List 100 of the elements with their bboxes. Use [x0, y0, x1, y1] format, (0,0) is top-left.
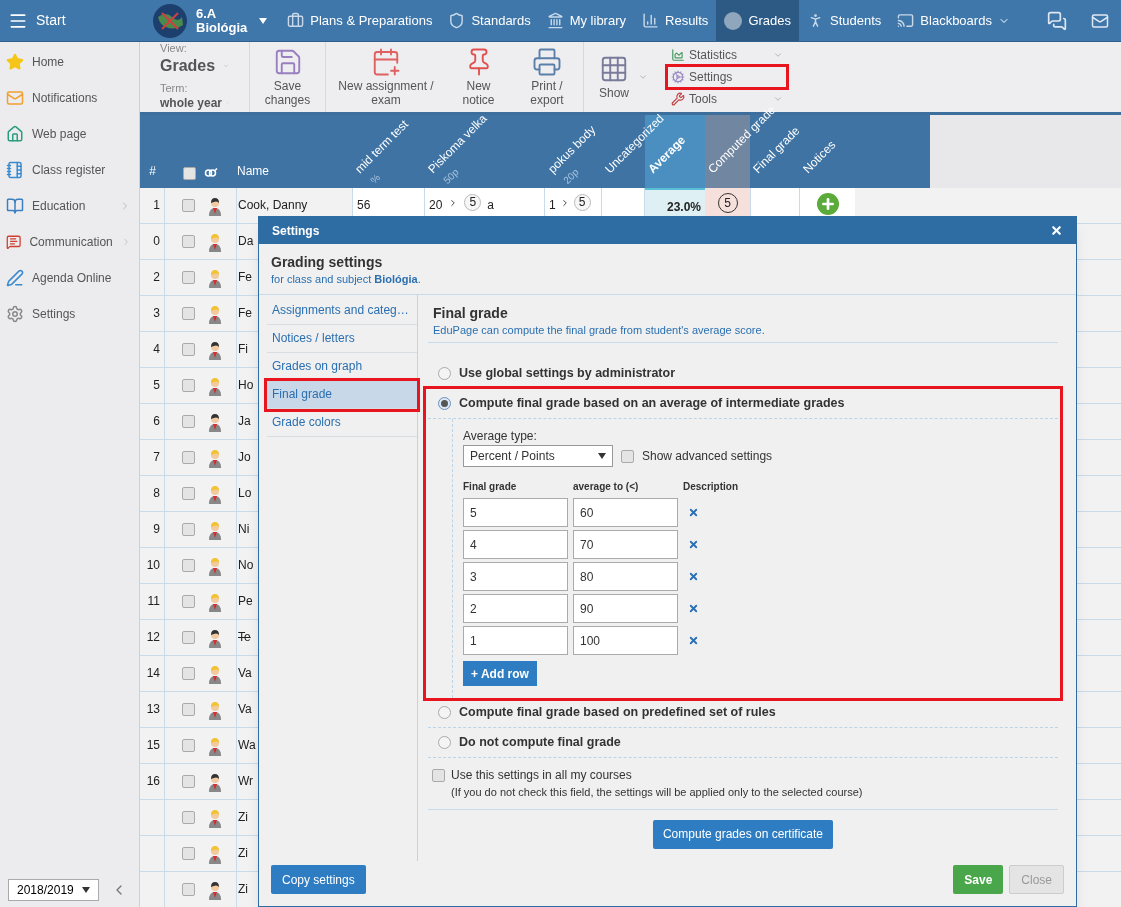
sidebar-item[interactable]: Web page [0, 116, 139, 152]
average-field[interactable]: 100 [573, 626, 678, 655]
student-name[interactable]: Pe [238, 594, 253, 608]
radio-button[interactable] [438, 397, 451, 410]
row-checkbox[interactable] [182, 847, 195, 860]
year-select[interactable]: 2018/2019 [8, 879, 99, 901]
row-checkbox[interactable] [182, 595, 195, 608]
option-row[interactable]: Use global settings by administrator [428, 359, 1058, 389]
sidebar-item[interactable]: Notifications [0, 80, 139, 116]
sidebar-item[interactable]: Communication [0, 224, 139, 260]
student-name[interactable]: Zi [238, 882, 248, 896]
row-checkbox[interactable] [182, 667, 195, 680]
final-grade-field[interactable]: 1 [463, 626, 568, 655]
toolbar-button[interactable]: Save changes [256, 47, 319, 107]
option-row[interactable]: Compute final grade based on predefined set of rules [428, 698, 1058, 728]
add-notice-button[interactable] [816, 193, 839, 215]
add-row-button[interactable]: + Add row [463, 661, 537, 686]
radio-button[interactable] [438, 736, 451, 749]
sidebar-item[interactable]: Education [0, 188, 139, 224]
student-name[interactable]: Wr [238, 774, 254, 788]
start-link[interactable]: Start [36, 10, 66, 31]
row-checkbox[interactable] [182, 379, 195, 392]
average-field[interactable]: 70 [573, 530, 678, 559]
settings-nav-item[interactable]: Grade colors [267, 408, 417, 437]
sidebar-item[interactable]: Settings [0, 296, 139, 332]
student-name[interactable]: Ni [238, 522, 250, 536]
row-checkbox[interactable] [182, 631, 195, 644]
select-all-checkbox[interactable] [183, 167, 196, 180]
remove-icon[interactable] [688, 571, 699, 582]
row-checkbox[interactable] [182, 271, 195, 284]
remove-icon[interactable] [688, 635, 699, 646]
compute-certificate-button[interactable]: Compute grades on certificate [652, 819, 834, 849]
final-grade-field[interactable]: 5 [463, 498, 568, 527]
class-selector[interactable]: 6.A Biológia [196, 6, 268, 35]
row-checkbox[interactable] [182, 883, 195, 896]
student-name[interactable]: Wa [238, 738, 256, 752]
average-field[interactable]: 90 [573, 594, 678, 623]
student-name[interactable]: Jo [238, 450, 251, 464]
row-checkbox[interactable] [182, 199, 195, 212]
copy-settings-button[interactable]: Copy settings [271, 865, 366, 894]
close-icon[interactable] [1050, 224, 1063, 237]
row-checkbox[interactable] [182, 739, 195, 752]
nav-tab[interactable]: Blackboards [889, 0, 1018, 41]
toolbar-menu-item[interactable]: Tools [668, 89, 786, 109]
chat-icon[interactable] [1047, 10, 1067, 31]
student-name[interactable]: Lo [238, 486, 252, 500]
row-checkbox[interactable] [182, 451, 195, 464]
student-name[interactable]: Fe [238, 306, 252, 320]
option-row[interactable]: Do not compute final grade [428, 728, 1058, 758]
toolbar-button[interactable]: New notice [452, 47, 505, 107]
sidebar-item[interactable]: Class register [0, 152, 139, 188]
toolbar-menu-item[interactable]: Settings [668, 67, 786, 87]
sidebar-item[interactable]: Agenda Online [0, 260, 139, 296]
row-checkbox[interactable] [182, 235, 195, 248]
nav-tab[interactable]: My library [538, 0, 634, 41]
sidebar-item[interactable]: Home [0, 44, 139, 80]
remove-icon[interactable] [688, 539, 699, 550]
remove-icon[interactable] [688, 507, 699, 518]
row-checkbox[interactable] [182, 559, 195, 572]
radio-button[interactable] [438, 367, 451, 380]
final-grade-field[interactable]: 3 [463, 562, 568, 591]
checkbox[interactable] [621, 449, 634, 463]
option-row[interactable]: Compute final grade based on an average of intermediate grades [428, 389, 1058, 419]
row-checkbox[interactable] [182, 775, 195, 788]
student-name[interactable]: Va [238, 702, 252, 716]
settings-nav-item[interactable]: Assignments and categ… [267, 296, 417, 325]
row-checkbox[interactable] [182, 415, 195, 428]
toolbar-button[interactable]: Print / export [517, 47, 577, 107]
average-field[interactable]: 80 [573, 562, 678, 591]
student-name[interactable]: Zi [238, 846, 248, 860]
row-checkbox[interactable] [182, 811, 195, 824]
student-name[interactable]: Va [238, 666, 252, 680]
final-grade-field[interactable]: 2 [463, 594, 568, 623]
toolbar-button[interactable]: New assignment / exam [332, 47, 440, 107]
radio-button[interactable] [438, 706, 451, 719]
nav-tab[interactable]: Students [799, 0, 890, 41]
student-name[interactable]: Te [238, 630, 251, 644]
row-checkbox[interactable] [182, 703, 195, 716]
mail-icon[interactable] [1091, 11, 1109, 30]
final-grade-field[interactable]: 4 [463, 530, 568, 559]
toolbar-button[interactable]: Show [590, 54, 652, 100]
student-name[interactable]: Ja [238, 414, 251, 428]
nav-tab[interactable]: Grades [716, 0, 799, 41]
student-name[interactable]: Fi [238, 342, 248, 356]
row-checkbox[interactable] [182, 343, 195, 356]
student-name[interactable]: Cook, Danny [238, 198, 308, 212]
nav-tab[interactable]: Standards [440, 0, 539, 41]
toolbar-menu-item[interactable]: Statistics [668, 45, 786, 65]
nav-tab[interactable]: Plans & Preparations [279, 0, 441, 41]
checkbox[interactable] [432, 768, 445, 782]
term-select[interactable]: whole year [160, 94, 229, 112]
student-name[interactable]: Da [238, 234, 254, 248]
settings-nav-item[interactable]: Notices / letters [267, 324, 417, 353]
student-name[interactable]: Zi [238, 810, 248, 824]
average-type-select[interactable]: Percent / Points [463, 445, 613, 467]
row-checkbox[interactable] [182, 487, 195, 500]
student-name[interactable]: Ho [238, 378, 254, 392]
remove-icon[interactable] [688, 603, 699, 614]
nav-tab[interactable]: Results [634, 0, 717, 41]
student-name[interactable]: Fe [238, 270, 252, 284]
